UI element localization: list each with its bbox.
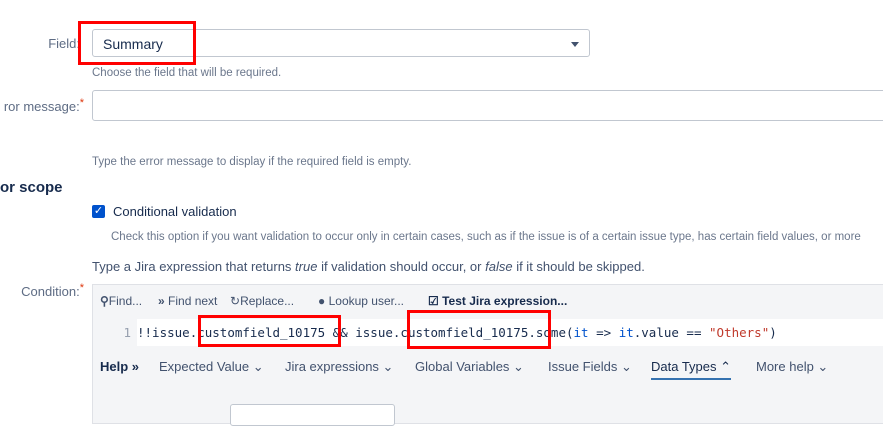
highlight-box-customfield-2	[407, 310, 551, 349]
error-message-input[interactable]	[92, 90, 883, 121]
help-tab-data-types[interactable]: Data Types ⌃	[651, 359, 732, 380]
error-message-help: Type the error message to display if the…	[92, 156, 412, 168]
expression-intro: Type a Jira expression that returns true…	[92, 259, 645, 274]
help-tab-issue-fields[interactable]: Issue Fields ⌄	[548, 359, 632, 375]
checklist-icon: ☑	[428, 294, 439, 308]
help-tab-global-variables[interactable]: Global Variables ⌄	[415, 359, 524, 375]
user-icon: ●	[318, 294, 326, 308]
help-tab-more-help[interactable]: More help ⌄	[756, 359, 828, 375]
error-message-label: ror message:*	[3, 97, 84, 114]
conditional-help: Check this option if you want validation…	[111, 231, 861, 243]
replace-button[interactable]: ↻Replace...	[230, 294, 294, 308]
conditional-checkbox[interactable]: ✓	[92, 205, 105, 218]
search-icon: ⚲	[100, 294, 109, 308]
highlight-box-field	[78, 21, 196, 65]
help-tab-expected-value[interactable]: Expected Value ⌄	[159, 359, 264, 375]
field-label: Field:	[48, 36, 80, 51]
condition-label: Condition:*	[21, 282, 84, 299]
section-title: or scope	[0, 179, 63, 196]
help-label: Help »	[100, 359, 140, 374]
highlight-box-customfield-1	[198, 315, 341, 347]
line-number: 1	[93, 319, 137, 346]
lookup-user-button[interactable]: ● Lookup user...	[318, 294, 404, 308]
conditional-label[interactable]: Conditional validation	[113, 204, 237, 219]
data-types-search-input[interactable]	[230, 404, 395, 426]
chevron-down-icon	[571, 42, 579, 47]
double-chevron-icon: »	[158, 294, 165, 308]
field-help: Choose the field that will be required.	[92, 67, 282, 79]
find-button[interactable]: ⚲Find...	[100, 294, 142, 308]
help-tab-jira-expressions[interactable]: Jira expressions ⌄	[285, 359, 393, 375]
find-next-button[interactable]: » Find next	[158, 294, 217, 308]
replace-icon: ↻	[230, 294, 241, 308]
test-expression-button[interactable]: ☑ Test Jira expression...	[428, 294, 567, 308]
